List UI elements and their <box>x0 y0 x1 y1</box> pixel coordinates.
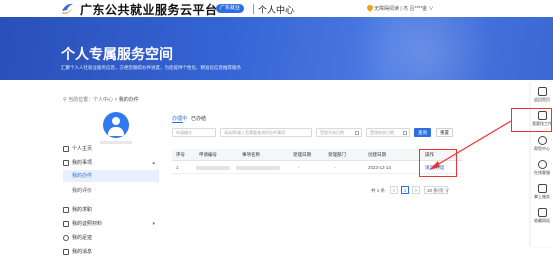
active-tab-indicator <box>172 122 183 123</box>
action-column-highlight <box>419 149 457 177</box>
accessibility-link[interactable]: 无障碍阅读 <box>374 6 399 12</box>
column-header: 申请编号 <box>199 152 217 157</box>
header-user-area[interactable]: 无障碍阅读 | 杰 吕****金 ∨ <box>374 5 434 12</box>
float-item-mobile[interactable]: 掌上服务 <box>531 184 553 200</box>
chevron-down-icon: ▾ <box>152 221 155 227</box>
float-item-label: 收藏网站 <box>534 218 550 223</box>
row-department: - <box>334 165 336 170</box>
sidebar-item-footprint[interactable]: 我的足迹 <box>63 233 159 243</box>
avatar-head-icon <box>112 117 120 125</box>
pagination-total: 共 1 条 <box>371 188 386 193</box>
float-item-label: 掌上服务 <box>534 194 550 199</box>
home-icon <box>537 87 547 96</box>
float-item-label: 在线客服 <box>534 170 550 175</box>
column-header: 受理部门 <box>328 152 346 157</box>
pagination-page-button[interactable]: 1 <box>401 186 409 194</box>
chevron-up-icon: ▴ <box>152 160 155 166</box>
calendar-icon <box>403 131 407 135</box>
sidebar-item-certificates[interactable]: 我的证照材料 ▾ <box>63 219 159 229</box>
site-title[interactable]: 广东公共就业服务云平台 <box>80 1 218 18</box>
float-item-favorite[interactable]: 收藏网站 <box>531 208 553 224</box>
page-section-title: 个人中心 <box>258 5 295 15</box>
start-date-picker[interactable]: 受理开始日期 <box>316 128 362 137</box>
user-menu[interactable]: 杰 吕****金 ∨ <box>403 6 434 12</box>
breadcrumb-parent[interactable]: 个人中心 <box>93 97 113 103</box>
column-header: 事项名称 <box>242 152 260 157</box>
location-icon <box>367 5 373 12</box>
sidebar-subitem-my-reviews[interactable]: 我的评价 <box>63 185 159 197</box>
sidebar-item-messages[interactable]: 我的消息 <box>63 247 159 257</box>
pagination-next-button[interactable]: > <box>412 186 420 194</box>
tab-completed[interactable]: 已办结 <box>191 115 206 122</box>
sidebar-item-job-search[interactable]: 我的求职 <box>63 205 159 215</box>
sidebar-item-label: 我的消息 <box>72 249 93 255</box>
footprint-icon <box>63 235 69 241</box>
sidebar-item-label: 我的求职 <box>72 207 93 213</box>
task-icon <box>63 160 69 166</box>
sidebar-item-label: 个人主页 <box>72 146 93 152</box>
sidebar-subitem-my-cases[interactable]: 我的办件 <box>63 170 159 182</box>
mobile-icon <box>537 184 547 193</box>
float-item-service[interactable]: 在线客服 <box>531 160 553 176</box>
message-icon <box>63 249 69 255</box>
site-badge: 广东就业 <box>216 4 245 13</box>
end-date-placeholder: 受理结束日期 <box>370 130 394 135</box>
float-item-label: 返回首页 <box>534 97 550 102</box>
avatar <box>103 112 129 138</box>
logo-icon <box>62 3 73 14</box>
sidebar-item-home[interactable]: 个人主页 <box>63 144 159 154</box>
row-created-date: 2023-12-13 <box>368 165 392 170</box>
column-header: 受理日期 <box>293 152 311 157</box>
redacted-case-number <box>196 166 230 170</box>
row-index: 1 <box>176 165 179 170</box>
header-divider <box>253 4 254 14</box>
reset-button[interactable]: 重置 <box>436 128 453 137</box>
row-accept-date: - <box>298 165 300 170</box>
item-name-select[interactable]: 请选择/输入您需要查询的办件事项 <box>220 128 312 137</box>
start-date-placeholder: 受理开始日期 <box>320 130 344 135</box>
calendar-icon <box>355 131 359 135</box>
sidebar-item-label: 我的证照材料 <box>72 221 103 227</box>
banner-subtitle: 汇聚个人人社就业服务信息，方便您跟踪办件进度，为您提供个性化、精准化信息推荐服务 <box>61 65 241 70</box>
breadcrumb-current: 我的办件 <box>118 97 139 103</box>
briefcase-icon <box>63 207 69 213</box>
pagination-prev-button[interactable]: < <box>390 186 398 194</box>
avatar-body-icon <box>108 127 124 136</box>
end-date-picker[interactable]: 受理结束日期 <box>366 128 410 137</box>
query-button[interactable]: 查询 <box>414 128 431 137</box>
breadcrumb: ⚲ 当前位置：个人中心 > 我的办件 <box>63 96 139 103</box>
tab-in-progress[interactable]: 办理中 <box>172 115 187 122</box>
redacted-item-name <box>236 166 280 170</box>
float-item-home[interactable]: 返回首页 <box>531 87 553 103</box>
sidebar-item-label: 我的足迹 <box>72 235 93 241</box>
float-item-highlight <box>511 108 552 132</box>
breadcrumb-prefix: 当前位置： <box>68 97 94 103</box>
page-size-select[interactable]: 10 条/页 ∨ <box>424 186 449 194</box>
certificate-icon <box>63 221 69 227</box>
home-icon <box>63 146 69 152</box>
float-item-label: 帮您中心 <box>534 146 550 151</box>
float-item-help[interactable]: 帮您中心 <box>531 136 553 152</box>
hero-banner: 个人专属服务空间 汇聚个人人社就业服务信息，方便您跟踪办件进度，为您提供个性化、… <box>0 17 553 80</box>
service-icon <box>537 160 547 169</box>
column-header: 序号 <box>176 152 185 157</box>
star-icon <box>537 208 547 217</box>
help-icon <box>537 136 547 145</box>
column-header: 创建日期 <box>368 152 386 157</box>
case-number-input[interactable]: 申请编号 <box>172 128 216 137</box>
banner-title: 个人专属服务空间 <box>61 46 173 62</box>
sidebar-item-label: 我的事项 <box>72 160 93 166</box>
page: 广东公共就业服务云平台 广东就业 个人中心 无障碍阅读 | 杰 吕****金 ∨… <box>0 0 553 262</box>
sidebar-item-my-tasks[interactable]: 我的事项 ▴ <box>63 158 159 168</box>
top-header: 广东公共就业服务云平台 广东就业 个人中心 无障碍阅读 | 杰 吕****金 ∨ <box>0 0 553 17</box>
